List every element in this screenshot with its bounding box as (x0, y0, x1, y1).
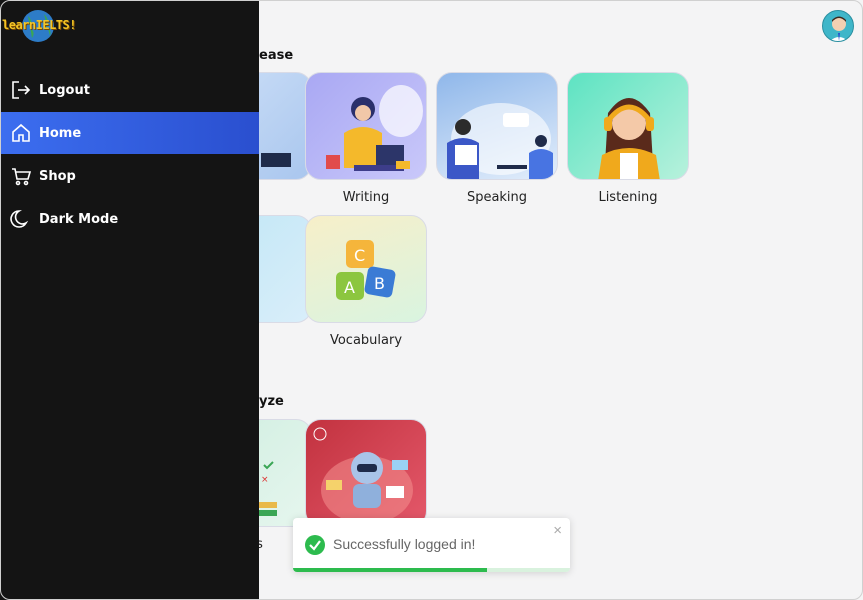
card-speaking[interactable] (436, 72, 558, 180)
section-title-practice: ease (259, 48, 294, 63)
card-label-writing: Writing (342, 190, 390, 205)
card-listening[interactable] (567, 72, 689, 180)
card-writing[interactable] (305, 72, 427, 180)
sidebar: learnIELTS! Logout Home Shop Dark Mode (0, 0, 259, 600)
card-label-speaking: Speaking (466, 190, 528, 205)
user-avatar[interactable] (822, 10, 854, 42)
card-label-vocabulary: Vocabulary (329, 333, 403, 348)
section-title-analyze: yze (259, 394, 284, 409)
listening-illustration (598, 98, 660, 179)
close-icon[interactable]: × (553, 522, 562, 539)
robot-illustration (313, 427, 413, 524)
svg-text:A: A (344, 278, 355, 297)
sidebar-item-logout[interactable]: Logout (0, 69, 259, 111)
toast-progress-bar (293, 568, 487, 572)
logout-icon (10, 79, 32, 101)
moon-icon (10, 208, 32, 230)
svg-text:B: B (374, 274, 385, 293)
sidebar-item-label: Shop (39, 168, 76, 184)
sidebar-item-shop[interactable]: Shop (0, 155, 259, 197)
vocabulary-illustration: C A B (336, 240, 396, 300)
writing-illustration (326, 85, 423, 171)
app-logo[interactable]: learnIELTS! (2, 8, 76, 44)
logo-text: learnIELTS! (2, 18, 76, 32)
card-ai-analysis[interactable] (305, 419, 427, 527)
sidebar-item-label: Home (39, 125, 82, 141)
cart-icon (10, 165, 32, 187)
check-icon (305, 535, 325, 555)
card-vocabulary[interactable]: C A B (305, 215, 427, 323)
sidebar-item-label: Dark Mode (39, 211, 119, 227)
toast-message: Successfully logged in! (333, 536, 476, 552)
sidebar-item-dark-mode[interactable]: Dark Mode (0, 198, 259, 240)
sidebar-item-home[interactable]: Home (0, 112, 259, 154)
svg-text:C: C (354, 246, 365, 265)
card-label-listening: Listening (598, 190, 658, 205)
toast-notification: Successfully logged in! × (293, 518, 570, 572)
speaking-illustration (447, 103, 553, 179)
sidebar-item-label: Logout (39, 82, 90, 98)
svg-text:×: × (261, 475, 269, 485)
home-icon (10, 122, 32, 144)
